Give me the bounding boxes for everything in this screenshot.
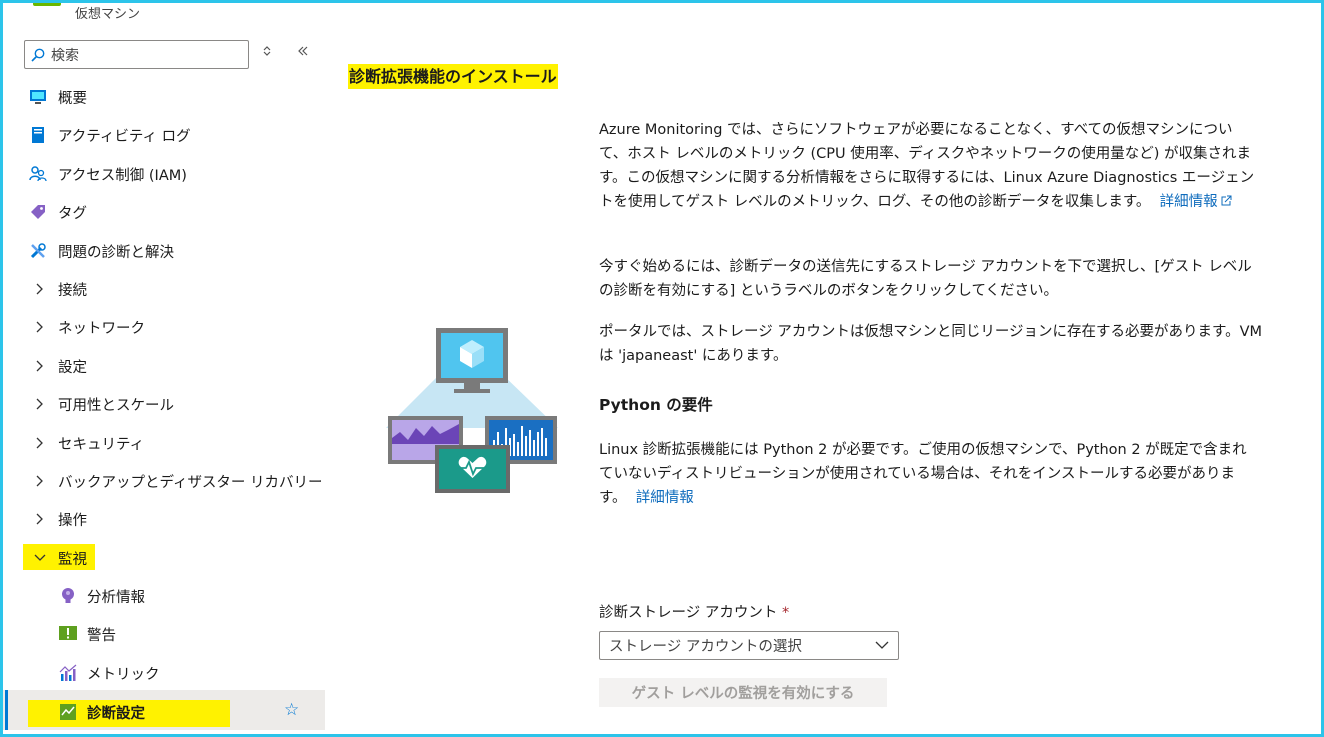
python-text: Linux 診断拡張機能には Python 2 が必要です。ご使用の仮想マシンで…	[599, 442, 1247, 506]
sidebar-item-label: 接続	[58, 282, 87, 299]
intro-paragraph: Azure Monitoring では、さらにソフトウェアが必要になることなく、…	[599, 118, 1259, 214]
sidebar-item-diagnostic-settings[interactable]: 診断設定	[3, 695, 325, 729]
sidebar-item-activity-log[interactable]: アクティビティ ログ	[3, 118, 325, 152]
python-requirements-heading: Python の要件	[599, 396, 713, 414]
lightbulb-icon	[59, 587, 77, 605]
sidebar-group-network[interactable]: ネットワーク	[3, 310, 325, 344]
collapse-sidebar-icon[interactable]	[297, 45, 309, 61]
chevron-right-icon	[33, 320, 47, 334]
tag-icon	[29, 203, 47, 221]
sidebar-item-label: 操作	[58, 512, 87, 529]
sidebar-item-diagnose[interactable]: 問題の診断と解決	[3, 234, 325, 268]
favorite-star-icon[interactable]: ☆	[284, 700, 299, 720]
chevron-down-icon	[875, 641, 889, 649]
get-started-paragraph: 今すぐ始めるには、診断データの送信先にするストレージ アカウントを下で選択し、[…	[599, 259, 1252, 299]
required-marker: *	[781, 605, 790, 621]
search-placeholder: 検索	[51, 47, 79, 64]
monitor-icon	[29, 88, 47, 106]
diagnostic-settings-icon	[59, 703, 77, 721]
sidebar-group-backup[interactable]: バックアップとディザスター リカバリー	[3, 464, 325, 498]
monitoring-illustration-icon	[386, 328, 558, 493]
sidebar-item-label: アクティビティ ログ	[58, 128, 191, 145]
sidebar-group-connect[interactable]: 接続	[3, 272, 325, 306]
sidebar-item-label: タグ	[58, 205, 87, 222]
sidebar-item-label: セキュリティ	[58, 436, 145, 453]
sidebar-group-monitoring[interactable]: 監視	[3, 541, 325, 575]
activity-log-icon	[29, 126, 47, 144]
python-paragraph: Linux 診断拡張機能には Python 2 が必要です。ご使用の仮想マシンで…	[599, 438, 1259, 510]
chevron-right-icon	[33, 474, 47, 488]
chevron-down-icon	[33, 551, 47, 565]
chevron-right-icon	[33, 282, 47, 296]
sidebar-item-label: 警告	[87, 627, 116, 644]
sidebar-item-tags[interactable]: タグ	[3, 195, 325, 229]
sidebar-group-availability[interactable]: 可用性とスケール	[3, 387, 325, 421]
storage-account-label-text: 診断ストレージ アカウント	[599, 605, 778, 621]
sidebar-item-label: アクセス制御 (IAM)	[58, 167, 187, 184]
learn-more-link[interactable]: 詳細情報	[1160, 194, 1218, 210]
search-input[interactable]: 検索	[24, 40, 249, 69]
people-icon	[29, 165, 47, 183]
sidebar-item-overview[interactable]: 概要	[3, 80, 325, 114]
storage-account-select[interactable]: ストレージ アカウントの選択	[599, 631, 899, 660]
sidebar-group-settings[interactable]: 設定	[3, 349, 325, 383]
page-title: 診断拡張機能のインストール	[348, 64, 558, 89]
sidebar-item-label: ネットワーク	[58, 320, 145, 337]
sidebar-item-label: 可用性とスケール	[58, 397, 174, 414]
sidebar-group-security[interactable]: セキュリティ	[3, 426, 325, 460]
external-link-icon	[1221, 195, 1232, 206]
alert-icon	[59, 625, 77, 643]
sidebar-item-iam[interactable]: アクセス制御 (IAM)	[3, 157, 325, 191]
sidebar-item-alerts[interactable]: 警告	[3, 617, 325, 651]
sidebar-item-label: 設定	[58, 359, 87, 376]
sidebar-item-label: 診断設定	[87, 705, 145, 722]
sidebar-group-operations[interactable]: 操作	[3, 502, 325, 536]
sidebar-item-insights[interactable]: 分析情報	[3, 579, 325, 613]
region-paragraph: ポータルでは、ストレージ アカウントは仮想マシンと同じリージョンに存在する必要が…	[599, 324, 1263, 364]
sidebar-item-label: 分析情報	[87, 589, 145, 606]
tools-icon	[29, 242, 47, 260]
intro-text: Azure Monitoring では、さらにソフトウェアが必要になることなく、…	[599, 122, 1255, 210]
storage-account-placeholder: ストレージ アカウントの選択	[609, 639, 802, 655]
expand-collapse-icon[interactable]	[262, 45, 272, 61]
sidebar-item-label: 問題の診断と解決	[58, 244, 174, 261]
sidebar-item-metrics[interactable]: メトリック	[3, 656, 325, 690]
python-learn-more-link[interactable]: 詳細情報	[636, 490, 694, 506]
sidebar-item-label: 概要	[58, 90, 87, 107]
chevron-right-icon	[33, 397, 47, 411]
sidebar: 仮想マシン 検索 概要 アクティビティ ログ アクセス制御 (IAM) タグ 問…	[3, 0, 325, 737]
enable-guest-monitoring-button[interactable]: ゲスト レベルの監視を有効にする	[599, 678, 887, 707]
resource-subtitle: 仮想マシン	[75, 7, 141, 22]
storage-account-label: 診断ストレージ アカウント *	[599, 601, 789, 622]
vm-resource-icon	[33, 0, 61, 6]
search-icon	[31, 48, 45, 62]
sidebar-item-label: 監視	[58, 551, 87, 568]
chevron-right-icon	[33, 512, 47, 526]
chevron-right-icon	[33, 359, 47, 373]
chevron-right-icon	[33, 436, 47, 450]
sidebar-item-label: バックアップとディザスター リカバリー	[58, 474, 323, 491]
metrics-chart-icon	[59, 664, 77, 682]
sidebar-item-label: メトリック	[87, 666, 160, 683]
